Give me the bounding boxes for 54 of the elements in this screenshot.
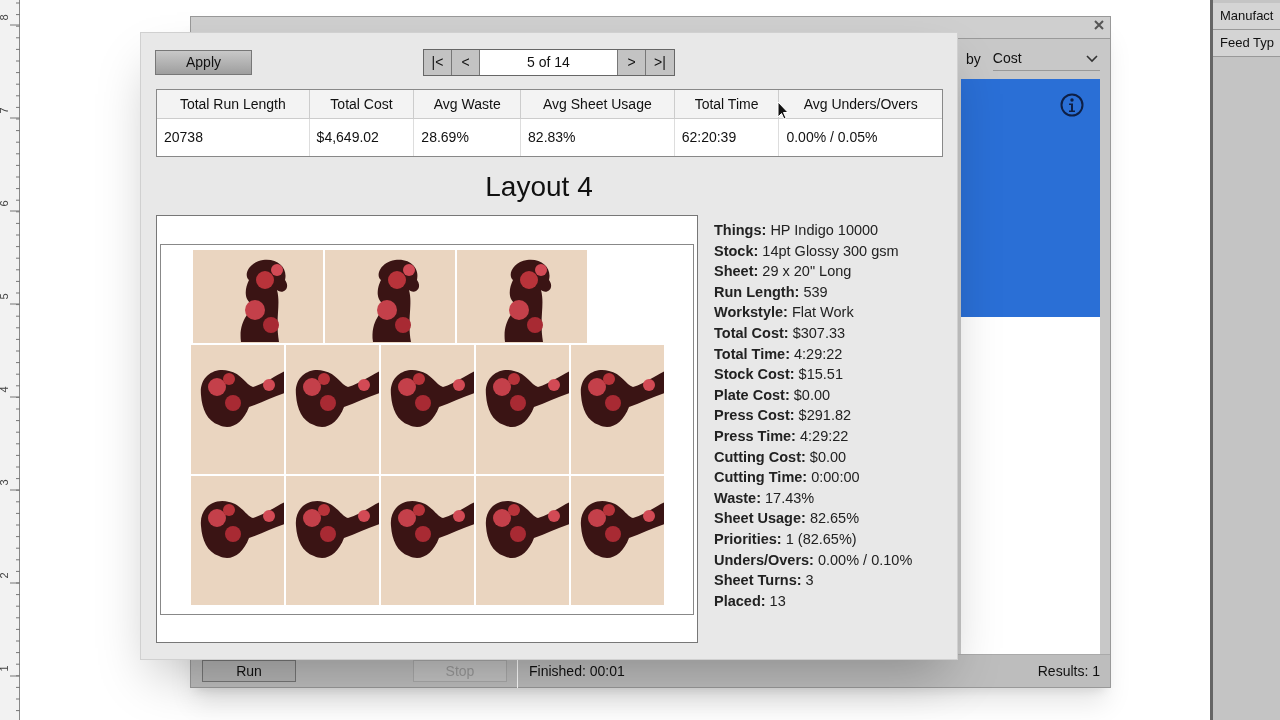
close-icon[interactable]	[1094, 20, 1104, 30]
property-row[interactable]: Feed Typ	[1213, 30, 1280, 57]
detail-line: Cutting Time: 0:00:00	[714, 468, 861, 488]
detail-line: Press Time: 4:29:22	[714, 426, 850, 446]
detail-line: Run Length: 539	[714, 282, 829, 302]
apply-button[interactable]: Apply	[155, 49, 252, 75]
ruler-label: 6	[0, 200, 10, 207]
detail-line: Sheet: 29 x 20" Long	[714, 262, 853, 282]
column-header[interactable]: Avg Waste	[414, 90, 522, 118]
ruler-label: 7	[0, 107, 10, 114]
ruler-label: 3	[0, 479, 10, 486]
column-header[interactable]: Total Run Length	[157, 90, 310, 118]
table-cell: 82.83%	[521, 119, 675, 156]
action-button[interactable]: Run	[202, 660, 296, 682]
last-page-button[interactable]: >|	[646, 49, 674, 75]
table-cell: 28.69%	[414, 119, 522, 156]
detail-line: Placed: 13	[714, 591, 787, 611]
info-icon[interactable]	[1060, 93, 1084, 117]
layout-title: Layout 4	[485, 173, 593, 201]
detail-line: Things: HP Indigo 10000	[714, 221, 880, 240]
table-cell: $4,649.02	[309, 119, 415, 156]
property-row[interactable]: Manufact	[1213, 3, 1280, 30]
detail-line: Priorities: 1 (82.65%)	[714, 529, 858, 549]
ruler-label: 8	[0, 14, 10, 21]
detail-line: Total Time: 4:29:22	[714, 344, 844, 364]
detail-line: Sheet Turns: 3	[714, 571, 815, 591]
sort-dropdown[interactable]: Cost	[992, 47, 1100, 71]
table-cell: 62:20:39	[674, 119, 780, 156]
detail-line: Plate Cost: $0.00	[714, 385, 832, 405]
table-cell-text: 0.00% / 0.05%	[785, 128, 879, 147]
detail-line: Press Cost: $291.82	[714, 406, 853, 426]
column-header[interactable]: Avg Sheet Usage	[521, 90, 675, 118]
sort-label: by	[966, 49, 981, 69]
detail-line: Total Cost: $307.33	[714, 323, 847, 343]
ruler-label: 2	[0, 572, 10, 579]
ruler-label: 4	[0, 386, 10, 393]
previous-page-button[interactable]: <	[452, 49, 480, 75]
table-cell: 20738	[157, 119, 310, 156]
first-page-button[interactable]: |<	[424, 49, 452, 75]
ruler-label: 5	[0, 293, 10, 300]
results-count: Results: 1	[1037, 661, 1100, 681]
next-page-button[interactable]: >	[618, 49, 646, 75]
detail-line: Sheet Usage: 82.65%	[714, 509, 861, 529]
chevron-icon	[1086, 54, 1098, 63]
column-header[interactable]: Total Cost	[309, 90, 415, 118]
status-text: Finished: 00:01	[529, 661, 625, 681]
detail-line: Unders/Overs: 0.00% / 0.10%	[714, 550, 913, 570]
detail-line: Waste: 17.43%	[714, 488, 816, 508]
ruler-label: 1	[0, 665, 10, 672]
detail-line: Workstyle: Flat Work	[714, 303, 855, 323]
page-field[interactable]: 5 of 14	[480, 49, 618, 75]
detail-line: Cutting Cost: $0.00	[714, 447, 848, 467]
detail-line: Stock: 14pt Glossy 300 gsm	[714, 241, 900, 261]
detail-line: Stock Cost: $15.51	[714, 365, 844, 385]
